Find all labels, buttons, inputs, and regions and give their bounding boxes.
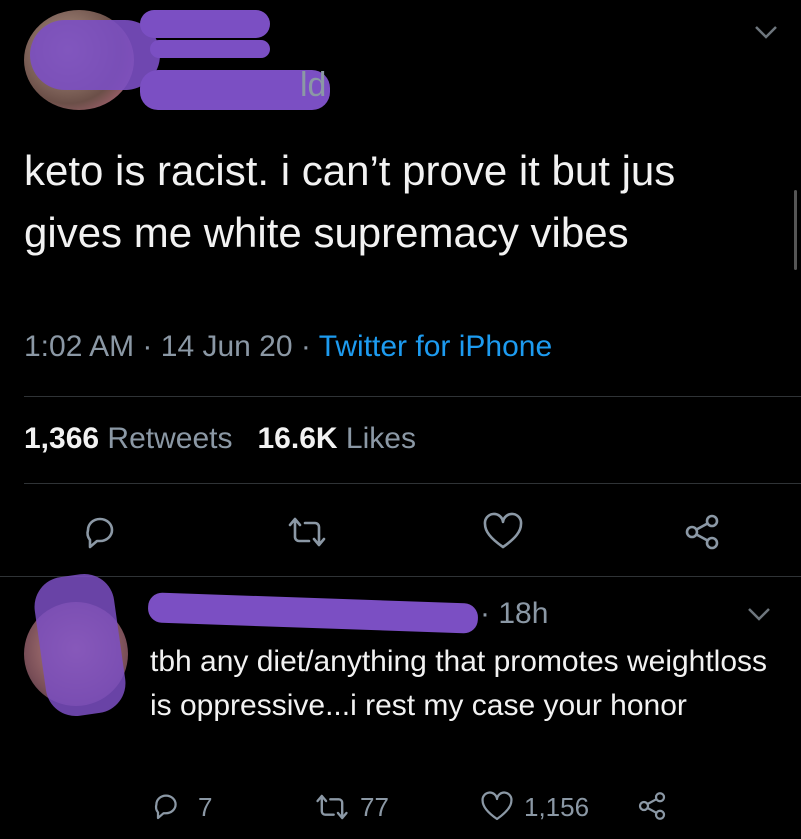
retweet-icon[interactable]	[315, 792, 349, 822]
tweet-date: 14 Jun 20	[160, 330, 293, 363]
like-icon[interactable]	[482, 512, 524, 552]
tweet-meta: 1:02 AM · 14 Jun 20 · Twitter for iPhone	[24, 330, 552, 364]
like-count: 1,156	[524, 792, 590, 822]
scroll-indicator[interactable]	[794, 190, 797, 270]
redacted-display-name	[140, 10, 270, 38]
chevron-down-icon[interactable]	[752, 22, 780, 42]
retweets-stat[interactable]: 1,366 Retweets	[24, 422, 232, 455]
author-handle-visible: ld	[300, 66, 327, 104]
redacted-avatar-scribble	[30, 570, 130, 720]
like-icon[interactable]	[480, 791, 514, 823]
meta-separator: ·	[142, 330, 153, 363]
redacted-display-name-2	[150, 40, 270, 58]
retweet-icon[interactable]	[287, 515, 327, 549]
share-icon[interactable]	[682, 512, 722, 552]
reply-text: tbh any diet/anything that promotes weig…	[150, 645, 768, 722]
retweet-count: 77	[360, 792, 389, 822]
divider	[24, 396, 801, 397]
tweet-time: 1:02 AM	[24, 330, 135, 363]
retweets-count: 1,366	[24, 422, 100, 455]
retweets-label: Retweets	[107, 422, 233, 455]
redacted-avatar-scribble	[30, 20, 160, 90]
tweet-text: keto is racist. i can’t prove it but jus…	[24, 147, 676, 256]
tweet-stats: 1,366 Retweets 16.6K Likes	[24, 422, 416, 456]
share-icon[interactable]	[636, 790, 668, 822]
divider	[24, 483, 801, 484]
likes-count: 16.6K	[257, 422, 338, 455]
reply-count: 7	[198, 792, 213, 822]
divider	[0, 576, 801, 577]
redacted-reply-author	[147, 592, 479, 634]
reply-icon[interactable]	[150, 790, 182, 822]
reply-timestamp: · 18h	[480, 597, 549, 630]
meta-separator: ·	[300, 330, 311, 363]
reply-icon[interactable]	[80, 512, 120, 552]
tweet-source-link[interactable]: Twitter for iPhone	[319, 330, 552, 363]
reply-age: 18h	[498, 597, 549, 630]
likes-stat[interactable]: 16.6K Likes	[258, 422, 416, 455]
likes-label: Likes	[345, 422, 416, 455]
chevron-down-icon[interactable]	[745, 604, 773, 624]
